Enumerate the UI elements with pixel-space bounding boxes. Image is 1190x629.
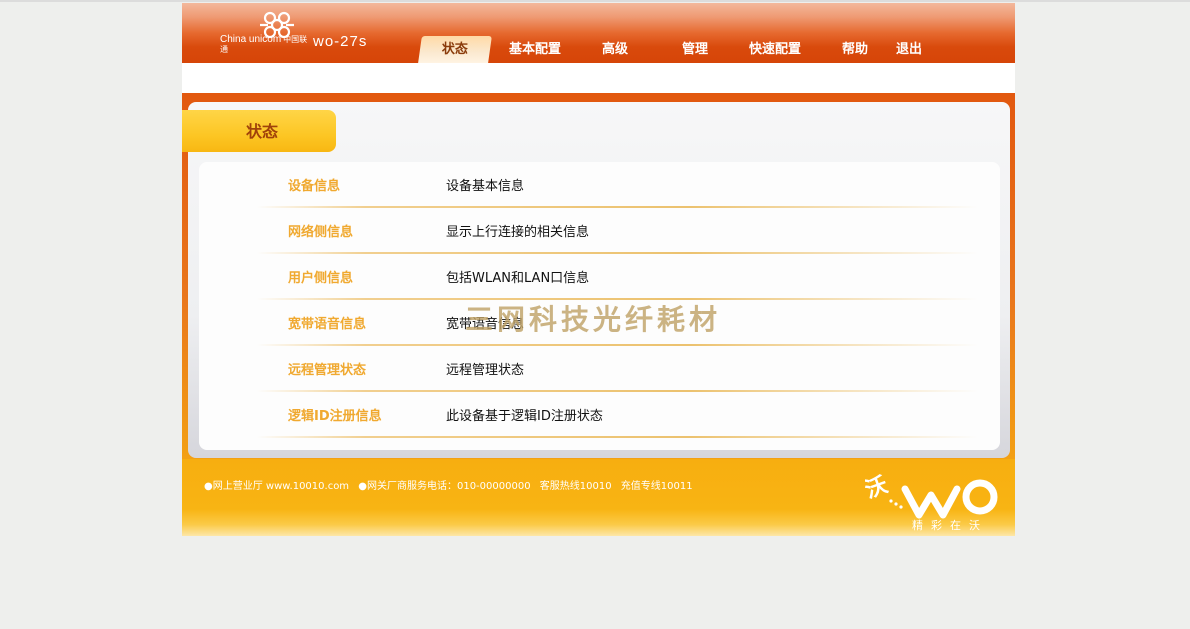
section-title: 状态: [246, 122, 279, 141]
nav-basic-config[interactable]: 基本配置: [500, 36, 570, 63]
wo-char: 沃: [865, 473, 891, 504]
watermark-text: 三网科技光纤耗材: [465, 303, 722, 336]
row-desc: 显示上行连接的相关信息: [446, 225, 590, 240]
row-name[interactable]: 远程管理状态: [288, 359, 366, 378]
footer-hall: ●网上营业厅 www.10010.com: [204, 481, 350, 492]
top-border: [0, 0, 1190, 2]
router-admin-page: China unicom 中国联通 wo-27s 状态 基本配置 高级 管理 快速…: [182, 3, 1015, 536]
nav-quick-config[interactable]: 快速配置: [740, 36, 810, 63]
row-name[interactable]: 设备信息: [288, 175, 340, 194]
row-name[interactable]: 逻辑ID注册信息: [288, 405, 382, 424]
header: China unicom 中国联通 wo-27s 状态 基本配置 高级 管理 快速…: [182, 3, 1015, 63]
device-model: wo-27s: [313, 33, 368, 50]
row-desc: 设备基本信息: [446, 179, 525, 194]
slogan: 精彩在沃: [912, 519, 988, 532]
footer-hotline: 客服热线10010: [539, 481, 612, 492]
list-item-logical-id[interactable]: 逻辑ID注册信息 此设备基于逻辑ID注册状态: [247, 392, 978, 438]
nav-logout[interactable]: 退出: [874, 36, 944, 63]
row-desc: 远程管理状态: [446, 363, 525, 378]
row-divider: [257, 436, 978, 438]
row-name[interactable]: 用户侧信息: [288, 267, 353, 286]
list-item-device-info[interactable]: 设备信息 设备基本信息: [247, 162, 978, 208]
footer-vendor-phone: ●网关厂商服务电话：010-00000000: [358, 481, 531, 492]
footer-recharge: 充值专线10011: [620, 481, 693, 492]
china-unicom-logo: China unicom 中国联通: [220, 9, 307, 57]
section-title-tab: 状态: [182, 110, 336, 152]
footer-info: ●网上营业厅 www.10010.com ●网关厂商服务电话：010-00000…: [204, 477, 699, 492]
list-item-remote-mgmt[interactable]: 远程管理状态 远程管理状态: [247, 346, 978, 392]
nav-advanced[interactable]: 高级: [580, 36, 650, 63]
row-desc: 包括WLAN和LAN口信息: [446, 271, 590, 286]
list-item-lan-info[interactable]: 用户侧信息 包括WLAN和LAN口信息: [247, 254, 978, 300]
list-item-wan-info[interactable]: 网络侧信息 显示上行连接的相关信息: [247, 208, 978, 254]
footer: ●网上营业厅 www.10010.com ●网关厂商服务电话：010-00000…: [182, 459, 1015, 536]
row-name[interactable]: 宽带语音信息: [288, 313, 366, 332]
row-desc: 此设备基于逻辑ID注册状态: [446, 409, 603, 424]
sub-menu-bar: [182, 63, 1015, 93]
nav-management[interactable]: 管理: [660, 36, 730, 63]
row-name[interactable]: 网络侧信息: [288, 221, 353, 240]
brand-en: China unicom: [220, 34, 282, 45]
nav-status[interactable]: 状态: [418, 36, 492, 63]
